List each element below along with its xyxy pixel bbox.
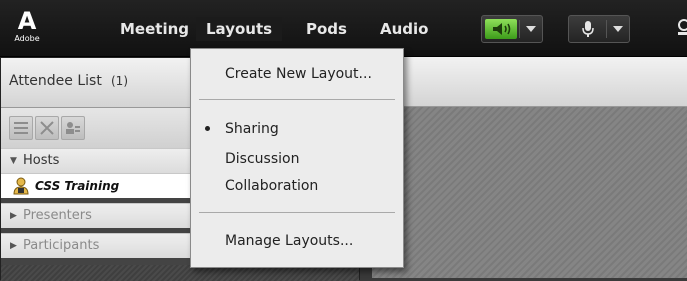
list-view-button[interactable] [9, 116, 33, 140]
section-presenters-label: Presenters [23, 208, 92, 223]
adobe-logo-word: Adobe [14, 34, 40, 43]
microphone-divider [606, 20, 607, 38]
menu-audio[interactable]: Audio [370, 17, 438, 41]
menu-divider [199, 99, 395, 100]
section-hosts-label: Hosts [23, 153, 60, 168]
speaker-icon [493, 23, 511, 35]
attendee-count: (1) [111, 74, 128, 88]
menu-meeting[interactable]: Meeting [110, 17, 199, 41]
user-details-button[interactable] [61, 116, 85, 140]
speaker-divider [519, 20, 520, 38]
layouts-dropdown-menu: Create New Layout... Sharing Discussion … [190, 48, 404, 268]
adobe-logo-mark: A [17, 7, 37, 35]
user-details-icon [66, 122, 80, 134]
adobe-logo: A Adobe [14, 8, 40, 48]
menu-divider [199, 212, 395, 213]
collapsed-triangle-icon: ▶ [10, 241, 17, 251]
grid-view-button[interactable] [35, 116, 59, 140]
attendee-pod-title: Attendee List [9, 73, 102, 89]
selected-bullet-icon [205, 126, 210, 131]
menu-item-layout-collaboration[interactable]: Collaboration [225, 175, 318, 197]
menu-item-manage-layouts[interactable]: Manage Layouts... [225, 230, 353, 252]
expanded-triangle-icon: ▼ [10, 156, 17, 166]
microphone-control[interactable] [568, 15, 630, 43]
speaker-dropdown-arrow-icon[interactable] [526, 26, 536, 32]
list-view-icon [14, 122, 28, 134]
menu-item-layout-sharing[interactable]: Sharing [225, 118, 279, 140]
collapsed-triangle-icon: ▶ [10, 211, 17, 221]
menu-item-layout-discussion[interactable]: Discussion [225, 148, 299, 170]
menu-item-create-new-layout[interactable]: Create New Layout... [225, 63, 372, 85]
grid-view-icon [40, 121, 54, 135]
menu-pods[interactable]: Pods [296, 17, 357, 41]
menu-layouts[interactable]: Layouts [196, 17, 283, 41]
section-participants-label: Participants [23, 238, 100, 253]
speaker-button[interactable] [485, 19, 517, 39]
share-pod: are [372, 57, 687, 278]
microphone-dropdown-arrow-icon[interactable] [613, 26, 623, 32]
host-user-icon [13, 177, 29, 195]
share-pod-header: are [372, 57, 687, 107]
speaker-control[interactable] [481, 15, 543, 43]
camera-user-icon[interactable] [676, 19, 687, 37]
host-user-name: CSS Training [35, 179, 120, 193]
microphone-icon [582, 21, 594, 37]
